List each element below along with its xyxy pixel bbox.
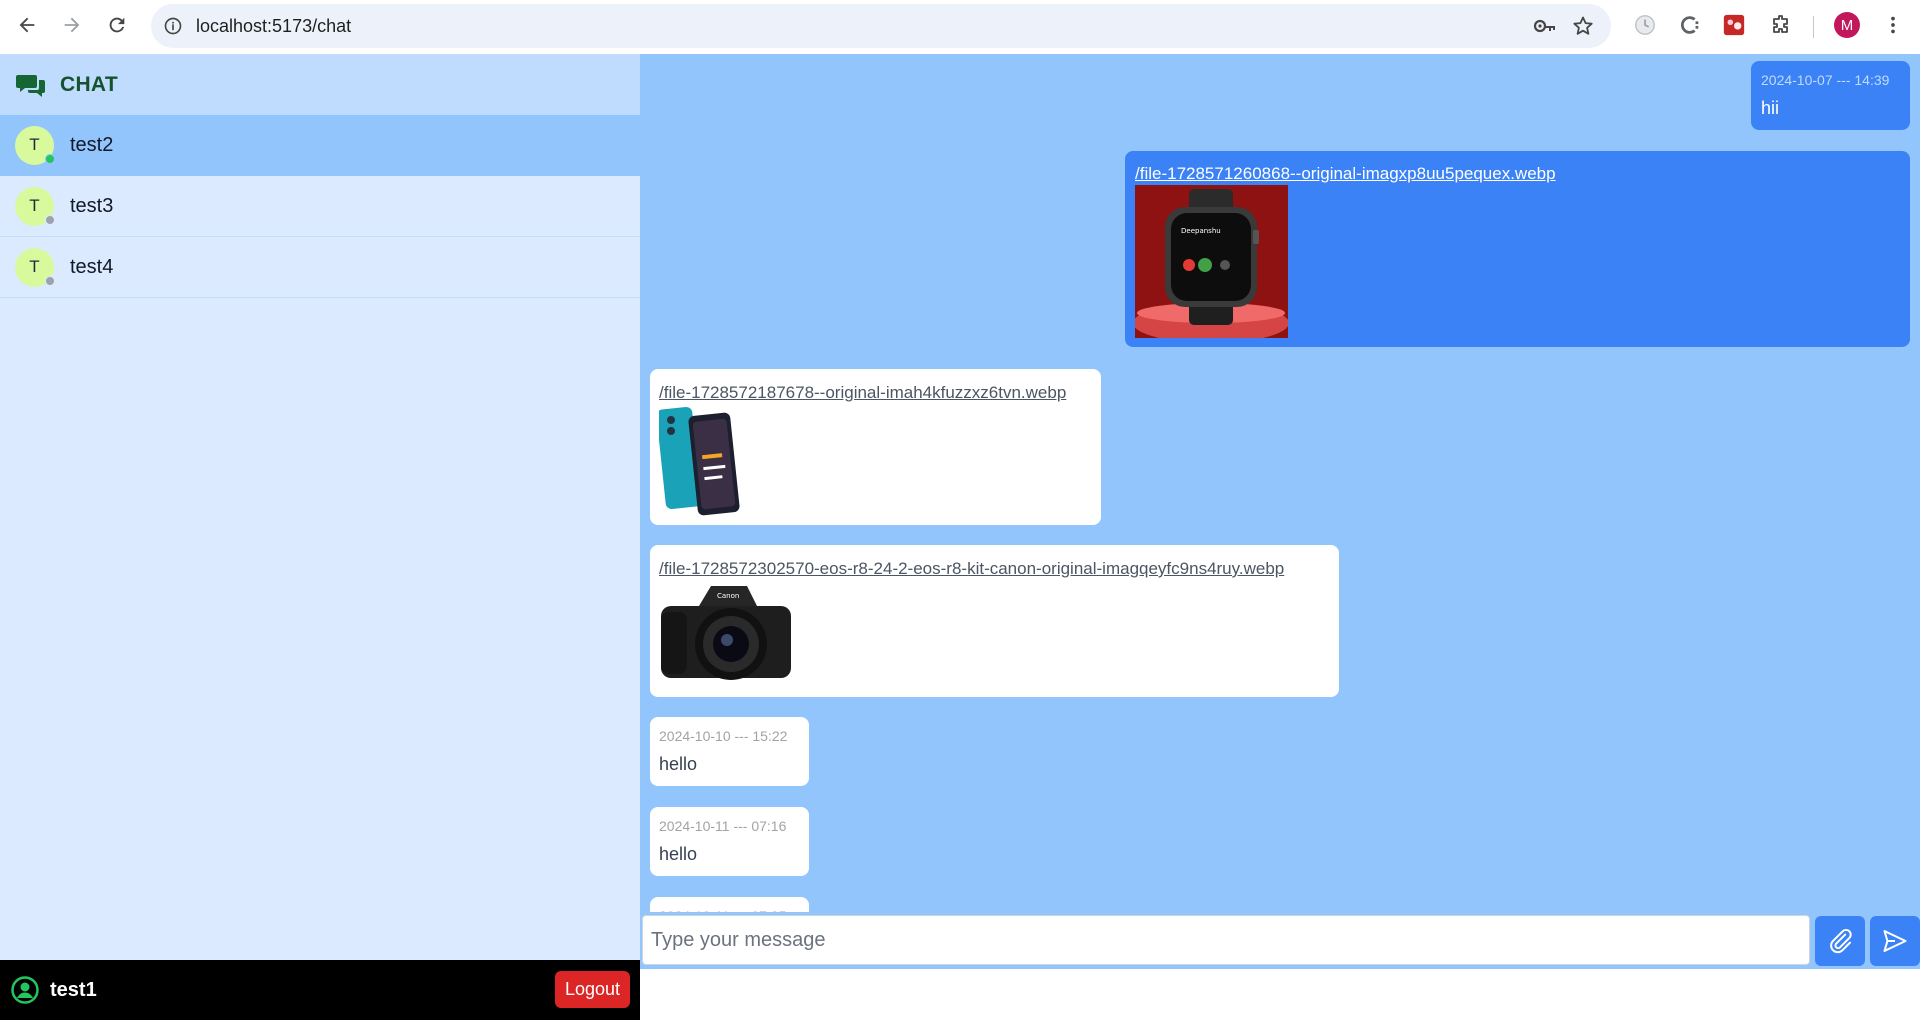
paperclip-icon <box>1830 928 1852 954</box>
send-arrow-icon <box>1883 930 1907 952</box>
site-info-icon[interactable] <box>163 16 183 36</box>
message-text: hii <box>1761 98 1780 118</box>
message-timestamp: 2024-10-10 --- 15:22 <box>659 728 788 744</box>
toolbar-divider <box>1813 16 1814 38</box>
message-bubble-received-file: /file-1728572302570-eos-r8-24-2-eos-r8-k… <box>650 545 1339 697</box>
smartphone-image[interactable] <box>659 404 749 516</box>
message-bubble-sent: 2024-10-07 --- 14:39 hii <box>1751 61 1910 130</box>
avatar-initial: T <box>29 196 40 215</box>
file-link[interactable]: /file-1728572302570-eos-r8-24-2-eos-r8-k… <box>659 559 1284 579</box>
camera-image[interactable]: Canon <box>659 580 793 686</box>
url-text[interactable]: localhost:5173/chat <box>196 16 351 37</box>
message-text: hello <box>659 754 698 774</box>
sidebar: CHAT T test2 T test3 T test4 test1 Logou… <box>0 54 640 1020</box>
kebab-menu-icon[interactable] <box>1880 12 1906 38</box>
contact-item-test2[interactable]: T test2 <box>0 115 640 176</box>
file-link[interactable]: /file-1728572187678--original-imah4kfuzz… <box>659 383 1066 403</box>
extensions-puzzle-icon[interactable] <box>1768 12 1794 38</box>
contact-avatar: T <box>15 186 55 226</box>
message-bubble-received-file: /file-1728572187678--original-imah4kfuzz… <box>650 369 1101 525</box>
address-bar[interactable]: localhost:5173/chat <box>151 4 1611 48</box>
browser-toolbar: localhost:5173/chat M <box>0 0 1920 54</box>
offline-status-dot <box>45 275 55 286</box>
user-circle-icon <box>11 976 39 1004</box>
message-timestamp: 2024-10-07 --- 14:39 <box>1761 72 1890 88</box>
reload-icon <box>109 17 125 33</box>
svg-text:Deepanshu: Deepanshu <box>1181 227 1221 235</box>
message-text: hello <box>659 844 698 864</box>
arrow-left-icon <box>19 17 35 33</box>
password-key-icon[interactable] <box>1533 15 1557 37</box>
contact-item-test3[interactable]: T test3 <box>0 176 640 237</box>
extension-c-icon[interactable] <box>1677 12 1703 38</box>
contact-item-test4[interactable]: T test4 <box>0 237 640 298</box>
message-bubble-received: 2024-10-10 --- 15:22 hello <box>650 717 809 786</box>
app-title: CHAT <box>60 72 118 96</box>
current-username: test1 <box>50 978 97 1001</box>
sidebar-header: CHAT <box>0 54 640 115</box>
contact-name: test2 <box>70 133 114 156</box>
message-bubble-sent-file: /file-1728571260868--original-imagxp8uu5… <box>1125 151 1910 347</box>
avatar-initial: T <box>29 135 40 154</box>
file-link[interactable]: /file-1728571260868--original-imagxp8uu5… <box>1135 164 1556 184</box>
contact-name: test3 <box>70 194 114 217</box>
avatar-initial: T <box>29 257 40 276</box>
attach-file-button[interactable] <box>1815 916 1865 966</box>
message-composer <box>640 912 1920 969</box>
smartwatch-image[interactable]: Deepanshu <box>1135 185 1288 338</box>
extension-timer-icon[interactable] <box>1632 12 1658 38</box>
message-list[interactable]: 2024-10-07 --- 14:39 hii /file-172857126… <box>640 54 1920 969</box>
contact-avatar: T <box>15 125 55 165</box>
chat-bubbles-icon <box>16 74 45 97</box>
message-input[interactable] <box>642 915 1810 965</box>
current-user-bar: test1 Logout <box>0 960 640 1020</box>
arrow-right-icon <box>64 17 80 33</box>
contact-name: test4 <box>70 255 114 278</box>
offline-status-dot <box>45 214 55 225</box>
online-status-dot <box>45 153 55 164</box>
message-timestamp: 2024-10-11 --- 07:16 <box>659 818 787 834</box>
message-bubble-received: 2024-10-11 --- 07:16 hello <box>650 807 809 876</box>
contact-avatar: T <box>15 247 55 287</box>
back-button[interactable] <box>9 7 45 43</box>
send-button[interactable] <box>1870 916 1920 966</box>
svg-text:Canon: Canon <box>717 592 739 600</box>
forward-button[interactable] <box>54 7 90 43</box>
bookmark-star-icon[interactable] <box>1571 14 1595 38</box>
profile-avatar[interactable]: M <box>1834 12 1860 38</box>
reload-button[interactable] <box>99 7 135 43</box>
extension-red-icon[interactable] <box>1721 12 1747 38</box>
logout-button[interactable]: Logout <box>555 971 630 1008</box>
